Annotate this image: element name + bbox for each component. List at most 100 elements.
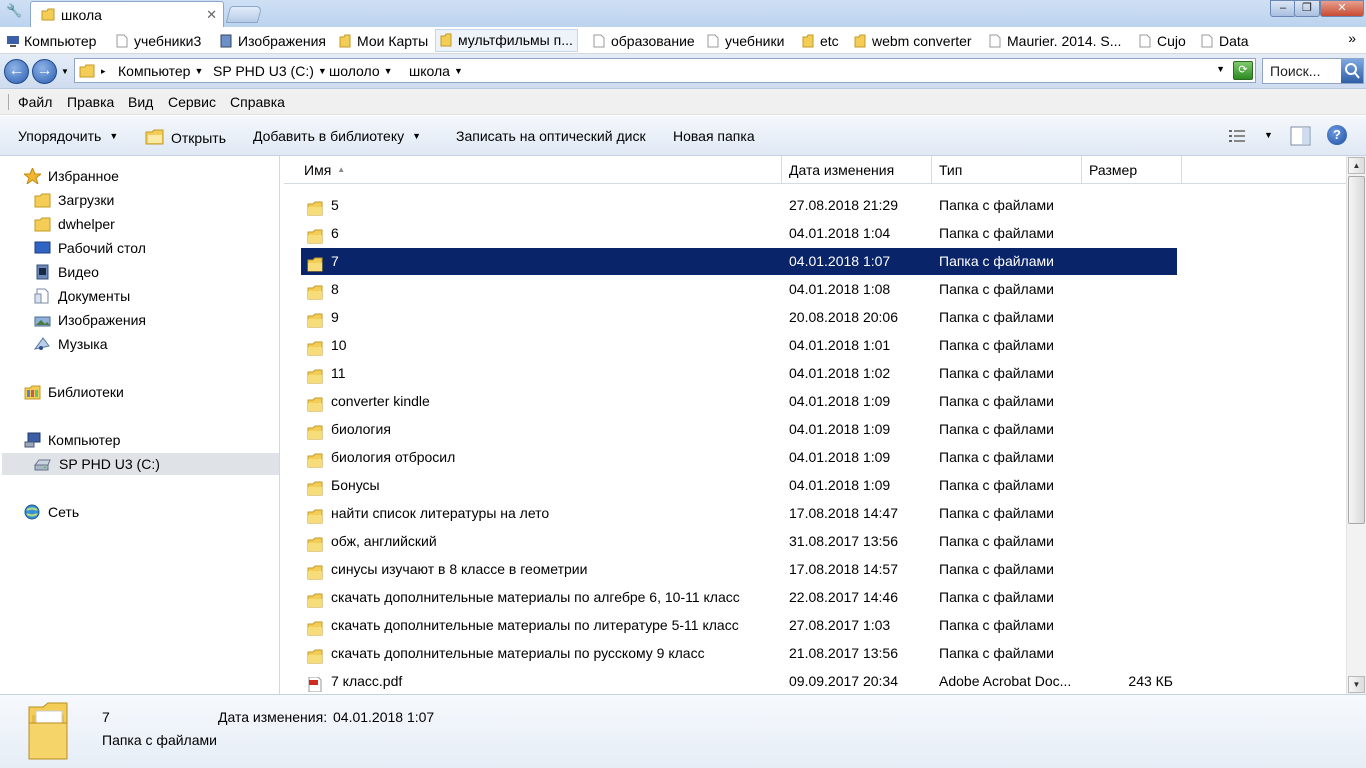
file-date: 04.01.2018 1:02 [789, 365, 891, 381]
file-date: 21.08.2017 13:56 [789, 645, 898, 661]
file-date: 27.08.2018 21:29 [789, 197, 898, 213]
nav-pictures[interactable]: Изображения [34, 309, 274, 331]
breadcrumb-computer[interactable]: Компьютер ▼ [118, 63, 203, 79]
address-bar[interactable]: ▸ Компьютер ▼ SP PHD U3 (C:) ▼ шололо ▼ шко… [74, 58, 1256, 83]
menu-file[interactable]: Файл [18, 94, 52, 110]
file-name: скачать дополнительные материалы по русс… [331, 645, 705, 661]
nav-drive-c[interactable]: SP PHD U3 (C:) [2, 453, 279, 475]
file-row[interactable]: скачать дополнительные материалы по русс… [301, 640, 1177, 667]
file-row[interactable]: найти список литературы на лето 17.08.201… [301, 500, 1177, 527]
file-row[interactable]: 8 04.01.2018 1:08 Папка с файлами [301, 276, 1177, 303]
video-icon [34, 264, 51, 280]
scroll-up-arrow[interactable]: ▲ [1348, 157, 1365, 174]
file-row[interactable]: converter kindle 04.01.2018 1:09 Папка с ф… [301, 388, 1177, 415]
nav-desktop[interactable]: Рабочий стол [34, 237, 274, 259]
back-button[interactable]: ← [4, 59, 29, 84]
search-icon[interactable] [1341, 59, 1363, 83]
close-window-button[interactable]: ✕ [1320, 0, 1364, 17]
file-row[interactable]: 9 20.08.2018 20:06 Папка с файлами [301, 304, 1177, 331]
refresh-button[interactable]: ⟳ [1233, 61, 1253, 80]
file-row[interactable]: 6 04.01.2018 1:04 Папка с файлами [301, 220, 1177, 247]
preview-pane-icon[interactable] [1290, 126, 1312, 149]
bookmark-images[interactable]: Изображения [220, 32, 326, 50]
file-row[interactable]: синусы изучают в 8 классе в геометрии 17.… [301, 556, 1177, 583]
vertical-scrollbar[interactable]: ▲ ▼ [1346, 156, 1366, 694]
address-dropdown-icon[interactable]: ▼ [1216, 64, 1225, 74]
column-type[interactable]: Тип [932, 156, 1082, 184]
details-name: 7 [102, 709, 110, 725]
open-button[interactable]: Открыть [145, 128, 226, 149]
bookmark-maurier[interactable]: Maurier. 2014. S... [989, 32, 1121, 50]
nav-video[interactable]: Видео [34, 261, 274, 283]
menu-tools[interactable]: Сервис [168, 94, 216, 110]
burn-button[interactable]: Записать на оптический диск [456, 128, 646, 144]
bookmark-education[interactable]: образование [593, 32, 695, 50]
tab-active[interactable]: школа ✕ [30, 1, 224, 28]
file-row[interactable]: 11 04.01.2018 1:02 Папка с файлами [301, 360, 1177, 387]
folder-icon [307, 254, 323, 272]
add-to-library-button[interactable]: Добавить в библиотеку ▼ [253, 128, 421, 144]
column-name[interactable]: Имя ▲ [284, 156, 782, 184]
nav-favorites[interactable]: Избранное [22, 165, 274, 187]
file-date: 04.01.2018 1:04 [789, 225, 891, 241]
file-row[interactable]: биология 04.01.2018 1:09 Папка с файлами [301, 416, 1177, 443]
bookmark-webm-converter[interactable]: webm converter [854, 32, 972, 50]
menu-help[interactable]: Справка [230, 94, 285, 110]
bookmark-computer[interactable]: Компьютер [6, 32, 96, 50]
file-date: 09.09.2017 20:34 [789, 673, 898, 689]
nav-dwhelper[interactable]: dwhelper [34, 213, 274, 235]
nav-network[interactable]: Сеть [24, 501, 274, 523]
file-row[interactable]: обж, английский 31.08.2017 13:56 Папка с ф… [301, 528, 1177, 555]
view-dropdown-icon[interactable]: ▼ [1264, 130, 1273, 140]
bookmark-etc[interactable]: etc [802, 32, 839, 50]
file-row[interactable]: скачать дополнительные материалы по алге… [301, 584, 1177, 611]
breadcrumb-shololo[interactable]: шололо ▼ [329, 63, 393, 79]
computer-icon [6, 34, 19, 48]
organize-button[interactable]: Упорядочить ▼ [18, 128, 118, 144]
file-row[interactable]: скачать дополнительные материалы по лите… [301, 612, 1177, 639]
scrollbar-thumb[interactable] [1348, 176, 1365, 524]
scroll-down-arrow[interactable]: ▼ [1348, 676, 1365, 693]
bookmark-data[interactable]: Data [1201, 32, 1249, 50]
nav-documents[interactable]: Документы [34, 285, 274, 307]
view-details-icon[interactable] [1228, 128, 1246, 147]
nav-computer[interactable]: Компьютер [24, 429, 274, 451]
menu-view[interactable]: Вид [128, 94, 153, 110]
bookmark-my-maps[interactable]: Мои Карты [339, 32, 428, 50]
star-icon [22, 166, 43, 186]
help-icon[interactable]: ? [1327, 125, 1347, 145]
file-row[interactable]: биология отбросил 04.01.2018 1:09 Папка с … [301, 444, 1177, 471]
folder-icon [802, 34, 814, 48]
file-name: обж, английский [331, 533, 437, 549]
column-date[interactable]: Дата изменения [782, 156, 932, 184]
column-size[interactable]: Размер [1082, 156, 1182, 184]
new-folder-button[interactable]: Новая папка [673, 128, 755, 144]
wrench-icon[interactable]: 🔧 [6, 4, 22, 18]
folder-icon [307, 366, 323, 384]
bookmark-cartoons[interactable]: мультфильмы п... [435, 29, 578, 52]
file-date: 04.01.2018 1:09 [789, 449, 891, 465]
new-tab-button[interactable] [225, 6, 263, 23]
file-type: Папка с файлами [939, 393, 1054, 409]
file-row[interactable]: 10 04.01.2018 1:01 Папка с файлами [301, 332, 1177, 359]
breadcrumb-drive[interactable]: SP PHD U3 (C:) ▼ [213, 63, 327, 79]
nav-downloads[interactable]: Загрузки [34, 189, 274, 211]
maximize-button[interactable]: ❐ [1294, 0, 1320, 17]
bookmark-uchebniki3[interactable]: учебники3 [116, 32, 201, 50]
bookmark-uchebniki[interactable]: учебники [707, 32, 784, 50]
bookmarks-more-button[interactable]: » [1348, 30, 1356, 46]
file-row[interactable]: 7 04.01.2018 1:07 Папка с файлами [301, 248, 1177, 275]
forward-button[interactable]: → [32, 59, 57, 84]
search-input[interactable]: Поиск... [1262, 58, 1364, 84]
history-dropdown-icon[interactable]: ▼ [61, 67, 69, 76]
nav-music[interactable]: Музыка [33, 333, 274, 355]
menu-edit[interactable]: Правка [67, 94, 114, 110]
close-tab-icon[interactable]: ✕ [206, 7, 217, 23]
breadcrumb-shkola[interactable]: школа ▼ [409, 63, 463, 79]
file-row[interactable]: Бонусы 04.01.2018 1:09 Папка с файлами [301, 472, 1177, 499]
file-row[interactable]: 7 класс.pdf 09.09.2017 20:34 Adobe Acrobat… [301, 668, 1177, 694]
file-row[interactable]: 5 27.08.2018 21:29 Папка с файлами [301, 192, 1177, 219]
bookmark-cujo[interactable]: Cujo [1139, 32, 1186, 50]
nav-libraries[interactable]: Библиотеки [24, 381, 274, 403]
minimize-button[interactable]: – [1270, 0, 1296, 17]
